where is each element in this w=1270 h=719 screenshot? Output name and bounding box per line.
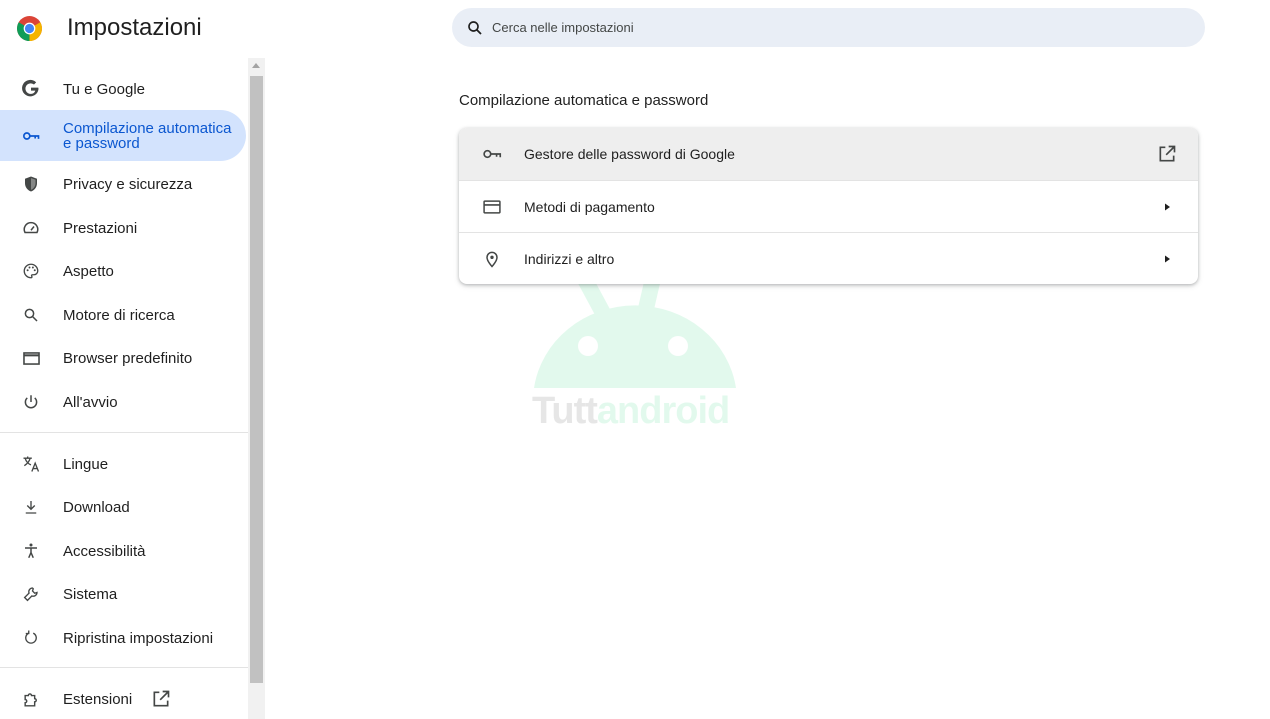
sidebar-item-you-and-google[interactable]: Tu e Google [0,76,246,102]
sidebar-item-label: Accessibilità [63,542,146,560]
sidebar-divider [0,432,248,433]
sidebar-item-default-browser[interactable]: Browser predefinito [0,345,246,371]
google-g-icon [21,79,41,99]
sidebar-item-label: Sistema [63,585,118,603]
scroll-up-arrow-icon[interactable] [252,63,260,68]
download-icon [21,497,41,517]
chrome-logo-icon [17,16,42,41]
sidebar-item-downloads[interactable]: Download [0,494,246,520]
row-label: Metodi di pagamento [524,199,655,215]
sidebar-divider [0,667,248,668]
autofill-card: Gestore delle password di Google Metodi … [459,128,1198,284]
arrow-right-icon [1157,249,1177,269]
sidebar-item-label: Lingue [63,455,109,473]
row-label: Gestore delle password di Google [524,146,735,162]
accessibility-icon [21,541,41,561]
section-title: Compilazione automatica e password [459,92,709,109]
sidebar-item-system[interactable]: Sistema [0,581,246,607]
puzzle-icon [21,689,41,709]
sidebar-item-label: Motore di ricerca [63,306,175,324]
sidebar-item-label: Browser predefinito [63,349,193,367]
page-title: Impostazioni [67,14,202,41]
sidebar-item-appearance[interactable]: Aspetto [0,258,246,284]
translate-icon [21,454,41,474]
sidebar-item-on-startup[interactable]: All'avvio [0,389,246,415]
wrench-icon [21,584,41,604]
watermark-text: Tuttandroid [532,390,730,432]
arrow-right-icon [1157,197,1177,217]
header: Impostazioni [0,0,1270,56]
shield-icon [21,174,41,194]
sidebar-item-label: Tu e Google [63,80,145,98]
sidebar-item-label: Prestazioni [63,219,138,237]
key-icon [21,126,41,146]
location-pin-icon [481,248,503,270]
speedometer-icon [21,218,41,238]
sidebar-item-label: Download [63,498,130,516]
reset-icon [21,628,41,648]
row-google-password-manager[interactable]: Gestore delle password di Google [459,128,1198,180]
sidebar-scrollbar[interactable] [248,58,265,719]
sidebar-item-autofill-passwords[interactable]: Compilazione automatica e password [0,110,246,161]
sidebar-item-extensions[interactable]: Estensioni [0,686,246,712]
sidebar-item-label: Aspetto [63,262,114,280]
sidebar-item-reset[interactable]: Ripristina impostazioni [0,625,246,651]
palette-icon [21,261,41,281]
sidebar-item-languages[interactable]: Lingue [0,451,246,477]
open-in-new-icon [151,689,171,709]
row-addresses[interactable]: Indirizzi e altro [459,233,1198,284]
sidebar-item-privacy[interactable]: Privacy e sicurezza [0,171,246,197]
row-payment-methods[interactable]: Metodi di pagamento [459,181,1198,233]
sidebar-item-label: All'avvio [63,393,118,411]
sidebar-item-performance[interactable]: Prestazioni [0,215,246,241]
scrollbar-thumb[interactable] [250,76,263,683]
row-label: Indirizzi e altro [524,251,615,267]
search-bar[interactable] [452,8,1205,47]
sidebar-item-search-engine[interactable]: Motore di ricerca [0,302,246,328]
sidebar-item-label: Ripristina impostazioni [63,629,214,647]
sidebar-item-label: Compilazione automatica e password [63,119,232,152]
sidebar: Tu e Google Compilazione automatica e pa… [0,58,248,719]
sidebar-item-label: Privacy e sicurezza [63,175,193,193]
sidebar-item-accessibility[interactable]: Accessibilità [0,538,246,564]
credit-card-icon [481,196,503,218]
sidebar-item-label: Estensioni [63,690,133,708]
browser-window-icon [21,348,41,368]
search-icon [468,20,482,35]
search-input[interactable] [490,19,1174,36]
power-icon [21,392,41,412]
key-icon [481,143,503,165]
open-in-new-icon [1157,144,1177,164]
watermark-logo: Tuttandroid [530,266,742,438]
search-icon [21,305,41,325]
